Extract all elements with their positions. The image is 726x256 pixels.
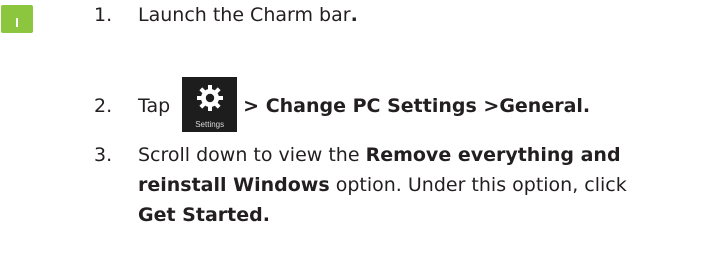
step-text: Tap [138, 95, 171, 117]
step-text: Scroll down to view the [138, 144, 366, 166]
step-option-name: reinstall Windows [138, 174, 330, 196]
step-punctuation: . [350, 4, 358, 26]
settings-tile: Settings [182, 77, 238, 132]
step-2: 2. Tap Settings > Change PC Settings >Gen… [94, 77, 591, 134]
touch-gesture-icon [1, 5, 33, 33]
step-text: Launch the Charm bar [138, 4, 351, 26]
step-action: Get Started. [138, 204, 270, 226]
settings-gear-icon [197, 85, 224, 111]
step-text: option. Under this option, click [329, 174, 627, 196]
step-3: 3. Scroll down to view the Remove everyth… [94, 140, 627, 230]
settings-caption: Settings [195, 120, 225, 129]
step-number: 2. [94, 95, 113, 117]
step-1: 1. Launch the Charm bar. [94, 0, 358, 30]
step-path: > Change PC Settings >General. [243, 95, 591, 117]
step-number: 1. [94, 4, 113, 26]
step-number: 3. [94, 144, 113, 166]
step-option-name: Remove everything and [365, 144, 621, 166]
